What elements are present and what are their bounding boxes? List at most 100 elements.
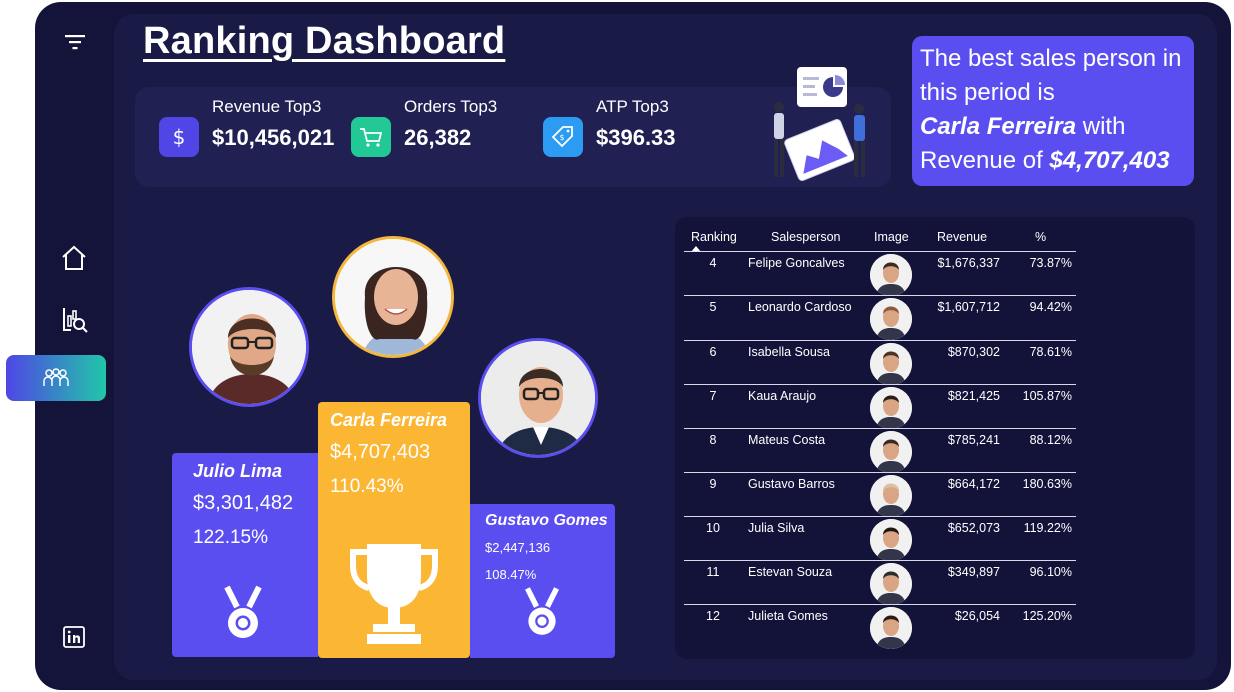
- cell-revenue: $870,302: [947, 345, 1000, 359]
- cart-icon: [351, 117, 391, 157]
- cell-salesperson: Felipe Goncalves: [748, 256, 845, 270]
- cell-rank: 9: [709, 477, 717, 491]
- podium-pct: 110.43%: [330, 476, 404, 497]
- table-row[interactable]: 6 Isabella Sousa $870,302 78.61%: [684, 340, 1076, 385]
- price-tag-icon: $: [543, 117, 583, 157]
- left-nav: [6, 2, 115, 690]
- cell-rank: 4: [709, 256, 717, 270]
- cell-revenue: $1,676,337: [937, 256, 1000, 270]
- salesperson-photo: [870, 475, 912, 517]
- table-row[interactable]: 4 Felipe Goncalves $1,676,337 73.87%: [684, 251, 1076, 296]
- podium-name: Julio Lima: [193, 461, 283, 481]
- svg-text:$: $: [559, 133, 564, 142]
- kpi-label: ATP Top3: [596, 97, 669, 116]
- salesperson-photo: [870, 431, 912, 473]
- cell-percent: 78.61%: [1029, 345, 1072, 359]
- table-row[interactable]: 9 Gustavo Barros $664,172 180.63%: [684, 472, 1076, 517]
- ranking-table-card: Ranking Salesperson Image Revenue % 4 Fel…: [675, 217, 1195, 659]
- presentation-illustration: [774, 67, 865, 181]
- kpi-card: $ Revenue Top3 $10,456,021 Orders Top3 2…: [135, 67, 891, 187]
- team-icon: [43, 368, 69, 386]
- cell-rank: 12: [706, 609, 720, 623]
- column-header[interactable]: Salesperson: [771, 230, 841, 244]
- kpi-label: Revenue Top3: [212, 97, 322, 116]
- cell-percent: 73.87%: [1029, 256, 1072, 270]
- callout-with: with: [1076, 113, 1126, 140]
- cell-revenue: $652,073: [947, 521, 1000, 535]
- cell-rank: 7: [709, 389, 717, 403]
- avatar-first: [332, 236, 454, 358]
- analytics-icon[interactable]: [60, 304, 90, 334]
- cell-percent: 105.87%: [1022, 389, 1072, 403]
- cell-revenue: $26,054: [954, 609, 1000, 623]
- podium-name: Carla Ferreira: [330, 410, 448, 430]
- cell-revenue: $664,172: [947, 477, 1000, 491]
- team-nav-button[interactable]: [6, 355, 106, 401]
- table-row[interactable]: 5 Leonardo Cardoso $1,607,712 94.42%: [684, 295, 1076, 340]
- page-title: Ranking Dashboard: [143, 20, 506, 62]
- filter-icon[interactable]: [61, 30, 89, 54]
- callout-rev-prefix: Revenue of: [920, 147, 1050, 174]
- cell-rank: 5: [709, 300, 717, 314]
- callout-line: The best sales person in: [920, 45, 1182, 72]
- kpi-value: 26,382: [404, 125, 472, 150]
- cell-salesperson: Mateus Costa: [748, 433, 826, 447]
- svg-text:$: $: [173, 125, 186, 149]
- app-frame: Ranking Dashboard $ Revenue Top3 $10,456…: [6, 2, 1231, 690]
- column-header[interactable]: Revenue: [937, 230, 987, 244]
- table-row[interactable]: 10 Julia Silva $652,073 119.22%: [684, 516, 1076, 561]
- table-row[interactable]: 12 Julieta Gomes $26,054 125.20%: [684, 604, 1076, 649]
- home-icon[interactable]: [60, 243, 88, 273]
- podium-revenue: $2,447,136: [485, 540, 551, 555]
- cell-percent: 125.20%: [1022, 609, 1072, 623]
- trophy-icon: [350, 544, 438, 644]
- salesperson-photo: [870, 254, 912, 296]
- cell-salesperson: Kaua Araujo: [748, 389, 817, 403]
- podium-first: Carla Ferreira $4,707,403 110.43%: [318, 402, 470, 658]
- salesperson-photo: [870, 387, 912, 429]
- cell-revenue: $785,241: [947, 433, 1000, 447]
- cell-rank: 10: [706, 521, 720, 535]
- best-seller-callout: The best sales person in this period is …: [912, 36, 1194, 186]
- cell-percent: 180.63%: [1022, 477, 1072, 491]
- cell-salesperson: Julia Silva: [748, 521, 805, 535]
- medal-icon: [224, 585, 262, 638]
- avatar-second: [189, 287, 309, 407]
- callout-line: this period is: [920, 79, 1055, 106]
- cell-rank: 11: [706, 565, 720, 579]
- salesperson-photo: [870, 298, 912, 340]
- kpi-label: Orders Top3: [404, 97, 498, 116]
- cell-salesperson: Isabella Sousa: [748, 345, 831, 359]
- cell-percent: 96.10%: [1029, 565, 1072, 579]
- medal-icon: [525, 587, 559, 635]
- cell-salesperson: Estevan Souza: [748, 565, 833, 579]
- cell-revenue: $349,897: [947, 565, 1000, 579]
- podium-pct: 108.47%: [485, 567, 537, 582]
- podium-revenue: $4,707,403: [330, 441, 431, 463]
- table-row[interactable]: 11 Estevan Souza $349,897 96.10%: [684, 560, 1076, 605]
- table-row[interactable]: 8 Mateus Costa $785,241 88.12%: [684, 428, 1076, 473]
- cell-percent: 119.22%: [1023, 521, 1072, 535]
- podium-name: Gustavo Gomes: [485, 512, 608, 529]
- linkedin-icon[interactable]: [62, 625, 86, 649]
- avatar-third: [478, 338, 598, 458]
- salesperson-photo: [870, 519, 912, 561]
- cell-revenue: $821,425: [947, 389, 1000, 403]
- cell-revenue: $1,607,712: [937, 300, 1000, 314]
- callout-name: Carla Ferreira: [920, 113, 1077, 140]
- table-row[interactable]: 7 Kaua Araujo $821,425 105.87%: [684, 384, 1076, 429]
- podium-pct: 122.15%: [193, 527, 269, 548]
- kpi-value: $396.33: [596, 125, 676, 150]
- column-header[interactable]: %: [1035, 230, 1046, 244]
- cell-salesperson: Leonardo Cardoso: [748, 300, 852, 314]
- dollar-icon: $: [159, 117, 199, 157]
- podium-revenue: $3,301,482: [193, 492, 294, 514]
- cell-percent: 88.12%: [1029, 433, 1072, 447]
- cell-rank: 8: [709, 433, 717, 447]
- cell-salesperson: Julieta Gomes: [748, 609, 828, 623]
- callout-revenue: $4,707,403: [1049, 147, 1170, 174]
- salesperson-photo: [870, 343, 912, 385]
- column-header[interactable]: Ranking: [691, 230, 737, 244]
- column-header[interactable]: Image: [874, 230, 909, 244]
- kpi-value: $10,456,021: [212, 125, 335, 150]
